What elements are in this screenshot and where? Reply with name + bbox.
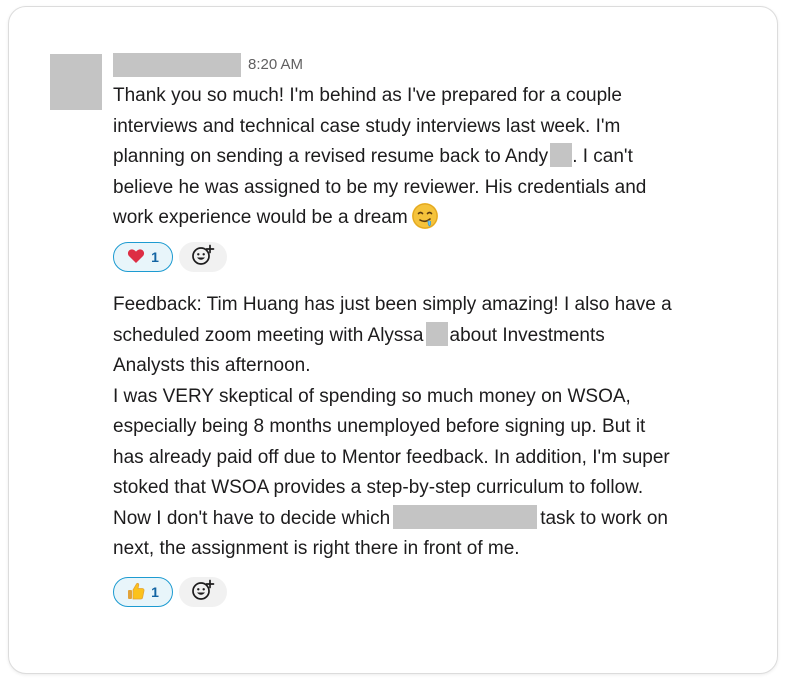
add-reaction-button[interactable]: [179, 242, 227, 272]
message-line: has already paid off due to Mentor feedb…: [113, 446, 670, 468]
thumbs-up-reaction-button[interactable]: 1: [113, 577, 173, 607]
message-segment: work experience would be a dream: [113, 207, 408, 228]
message-line: Feedback: Tim Huang has just been simply…: [113, 294, 672, 315]
message-line: believe he was assigned to be my reviewe…: [113, 176, 647, 198]
message-text-2: Feedback: Tim Huang has just been simply…: [113, 290, 753, 565]
sender-name-redacted[interactable]: [113, 53, 241, 77]
message-segment: about Investments: [449, 324, 605, 346]
add-emoji-icon: [191, 244, 215, 271]
thumbs-up-icon: [127, 582, 145, 603]
message-timestamp[interactable]: 8:20 AM: [248, 56, 303, 73]
redacted-surname: [550, 143, 573, 167]
message-line: scheduled zoom meeting with Alyssa about …: [113, 321, 753, 352]
message-segment: Now I don't have to decide which: [113, 507, 391, 529]
message-segment: planning on sending a revised resume bac…: [113, 146, 549, 167]
message-text-1: Thank you so much! I'm behind as I've pr…: [113, 81, 753, 234]
avatar-redacted[interactable]: [50, 54, 102, 110]
message-segment: task to work on: [540, 507, 668, 529]
message-segment: . I can't: [572, 146, 633, 167]
heart-icon: [127, 248, 145, 267]
redacted-text: [393, 504, 538, 529]
reaction-row-2: 1: [113, 575, 227, 609]
message-line: next, the assignment is right there in f…: [113, 538, 520, 559]
heart-reaction-button[interactable]: 1: [113, 242, 173, 272]
drooling-face-icon: [411, 203, 438, 229]
message-line: planning on sending a revised resume bac…: [113, 142, 753, 173]
message-line: Thank you so much! I'm behind as I've pr…: [113, 85, 622, 106]
add-emoji-icon: [191, 579, 215, 606]
message-line: stoked that WSOA provides a step-by-step…: [113, 477, 644, 498]
reaction-count: 1: [151, 249, 159, 265]
message-line: Now I don't have to decide which task to …: [113, 504, 753, 535]
reaction-count: 1: [151, 584, 159, 600]
reaction-row-1: 1: [113, 240, 227, 274]
message-line: interviews and technical case study inte…: [113, 115, 621, 137]
message-line: especially being 8 months unemployed bef…: [113, 416, 646, 437]
message-line: work experience would be a dream: [113, 203, 753, 234]
redacted-surname: [425, 321, 448, 346]
message-segment: scheduled zoom meeting with Alyssa: [113, 324, 424, 346]
add-reaction-button[interactable]: [179, 577, 227, 607]
message-line: I was VERY skeptical of spending so much…: [113, 385, 631, 407]
message-line: Analysts this afternoon.: [113, 355, 311, 376]
